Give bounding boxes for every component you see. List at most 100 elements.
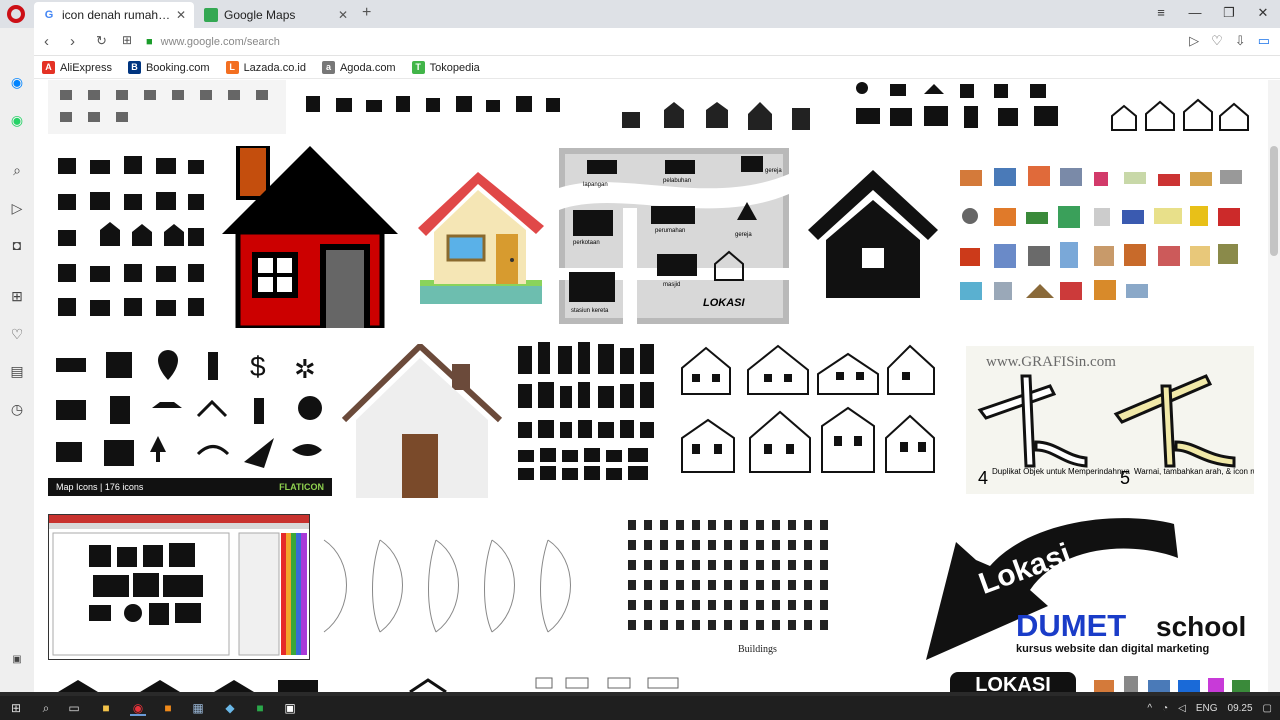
image-result[interactable] [48, 514, 310, 660]
image-result[interactable]: Buildings [622, 516, 838, 660]
image-result[interactable]: www.GRAFISin.com 4 Duplikat Objek untuk … [966, 346, 1254, 494]
image-result[interactable] [512, 342, 660, 492]
image-result[interactable] [54, 678, 324, 692]
tab-google-maps[interactable]: Google Maps ✕ [196, 2, 356, 28]
bookmark-agoda[interactable]: a Agoda.com [321, 61, 396, 74]
map-icons-thumbnail: $ ✲ [56, 350, 322, 468]
black-house-icon [808, 170, 938, 298]
windows-taskbar: ⊞ ⌕ ▭ ■ ◉ ■ ▦ ◆ ■ ▣ ^ ◔ ◁ ENG 09.25 ▢ [0, 696, 1280, 720]
image-result[interactable] [804, 166, 942, 302]
send-icon[interactable]: ▷ [7, 198, 27, 218]
back-icon[interactable]: ‹ [44, 33, 49, 50]
flaticon-brand: FLATICON [279, 482, 324, 492]
app-icon[interactable]: ▦ [190, 700, 206, 716]
image-result[interactable] [1090, 674, 1254, 692]
opera-logo-icon[interactable] [7, 5, 25, 23]
tab-google-search[interactable]: G icon denah rumah - Googl ✕ [34, 2, 194, 28]
camera-icon[interactable]: ◘ [7, 235, 27, 255]
image-result[interactable] [408, 678, 448, 692]
image-result[interactable] [678, 344, 940, 478]
image-result[interactable] [48, 80, 286, 134]
map-label: stasiun kereta [571, 308, 609, 314]
close-window-icon[interactable]: ✕ [1246, 0, 1280, 28]
volume-icon[interactable]: ◁ [1178, 703, 1186, 714]
task-view-icon[interactable]: ▭ [66, 700, 82, 716]
network-icon[interactable]: ◔ [1162, 703, 1168, 714]
map-label: masjid [663, 282, 680, 288]
bookmark-tokopedia[interactable]: T Tokopedia [411, 61, 480, 74]
opera-sidebar: ◉ ◉ ⌕ ▷ ◘ ⊞ ♡ ▤ ◷ ▣ [0, 28, 34, 692]
search-icon[interactable]: ⌕ [7, 160, 27, 180]
partial-outline-thumbnail [535, 677, 679, 689]
image-result[interactable]: lapangan pelabuhan gereja perkotaan peru… [559, 148, 789, 324]
agoda-icon: a [321, 61, 335, 74]
tab-title: icon denah rumah - Googl [62, 8, 172, 22]
close-icon[interactable]: ✕ [176, 8, 186, 22]
scroll-thumb[interactable] [1270, 146, 1278, 256]
send-icon[interactable]: ▷ [1189, 33, 1199, 49]
image-result[interactable] [614, 80, 824, 134]
partial-houses-thumbnail [58, 680, 318, 692]
bookmark-lazada[interactable]: L Lazada.co.id [225, 61, 306, 74]
line-houses-thumbnail [1111, 98, 1249, 131]
image-result[interactable] [48, 148, 212, 328]
opera-taskbar-icon[interactable]: ◉ [130, 700, 146, 716]
image-result[interactable] [322, 536, 608, 636]
messenger-icon[interactable]: ◉ [7, 72, 27, 92]
history-icon[interactable]: ◷ [7, 399, 27, 419]
google-icon: G [44, 9, 54, 21]
app-icon[interactable]: ▣ [282, 700, 298, 716]
new-tab-icon[interactable]: + [362, 4, 371, 22]
notifications-icon[interactable]: ▢ [1263, 703, 1272, 714]
image-result[interactable]: LOKASI [950, 672, 1076, 692]
file-explorer-icon[interactable]: ■ [98, 700, 114, 716]
battery-icon[interactable]: ▭ [1258, 33, 1270, 49]
illustrator-icon[interactable]: ■ [160, 700, 176, 716]
coreldraw-icons-screenshot [49, 515, 309, 656]
image-result[interactable] [954, 164, 1254, 310]
app-icon[interactable]: ◆ [222, 700, 238, 716]
tab-bar: G icon denah rumah - Googl ✕ Google Maps… [0, 0, 1280, 28]
close-icon[interactable]: ✕ [338, 8, 348, 22]
show-hidden-icons-icon[interactable]: ^ [1147, 703, 1152, 714]
buildings-caption: Buildings [738, 644, 777, 655]
image-result[interactable]: $ ✲ Map Icons | 176 icons FLATICON [48, 346, 332, 496]
forward-icon[interactable]: › [70, 33, 75, 50]
image-result[interactable] [296, 80, 588, 134]
bookmark-booking[interactable]: B Booking.com [127, 61, 210, 74]
heart-icon[interactable]: ♡ [7, 324, 27, 344]
step-4-number: 4 [978, 468, 988, 488]
tabs-grid-icon[interactable]: ⊞ [122, 33, 132, 47]
lokasi-arrow-graphic: Lokasi DUMET school kursus website dan d… [926, 518, 1246, 660]
heart-icon[interactable]: ♡ [1211, 33, 1223, 49]
sidebar-toggle-icon[interactable]: ▣ [7, 650, 27, 670]
reload-icon[interactable]: ↻ [96, 33, 107, 49]
image-result[interactable] [222, 146, 400, 328]
vertical-scrollbar[interactable] [1268, 80, 1280, 692]
windows-start-icon[interactable]: ⊞ [8, 700, 24, 716]
search-icon[interactable]: ⌕ [38, 700, 54, 716]
address-bar[interactable]: ■ www.google.com/search [146, 31, 1186, 53]
image-result[interactable] [844, 80, 1084, 134]
whatsapp-icon[interactable]: ◉ [7, 110, 27, 130]
language-indicator[interactable]: ENG [1196, 703, 1218, 714]
tab-menu-icon[interactable]: ≡ [1144, 0, 1178, 28]
house-icons-thumbnail [622, 102, 810, 130]
clock[interactable]: 09.25 [1228, 703, 1253, 714]
image-result[interactable] [1106, 80, 1256, 134]
url-text: www.google.com/search [160, 36, 280, 48]
icon-grid-thumbnail [60, 90, 268, 122]
image-result[interactable] [412, 160, 550, 310]
image-result[interactable] [342, 344, 502, 498]
bookmark-aliexpress[interactable]: A AliExpress [42, 61, 112, 74]
restore-icon[interactable]: ❐ [1212, 0, 1246, 28]
image-result[interactable]: Lokasi DUMET school kursus website dan d… [920, 510, 1254, 662]
image-result[interactable] [534, 676, 684, 692]
excel-icon[interactable]: ■ [252, 700, 268, 716]
grafisin-tutorial-thumbnail: www.GRAFISin.com 4 Duplikat Objek untuk … [977, 354, 1254, 488]
dumet-tagline: kursus website dan digital marketing [1016, 643, 1209, 655]
download-icon[interactable]: ⇩ [1235, 33, 1246, 49]
speed-dial-icon[interactable]: ⊞ [7, 286, 27, 306]
notes-icon[interactable]: ▤ [7, 361, 27, 381]
minimize-icon[interactable]: — [1178, 0, 1212, 28]
